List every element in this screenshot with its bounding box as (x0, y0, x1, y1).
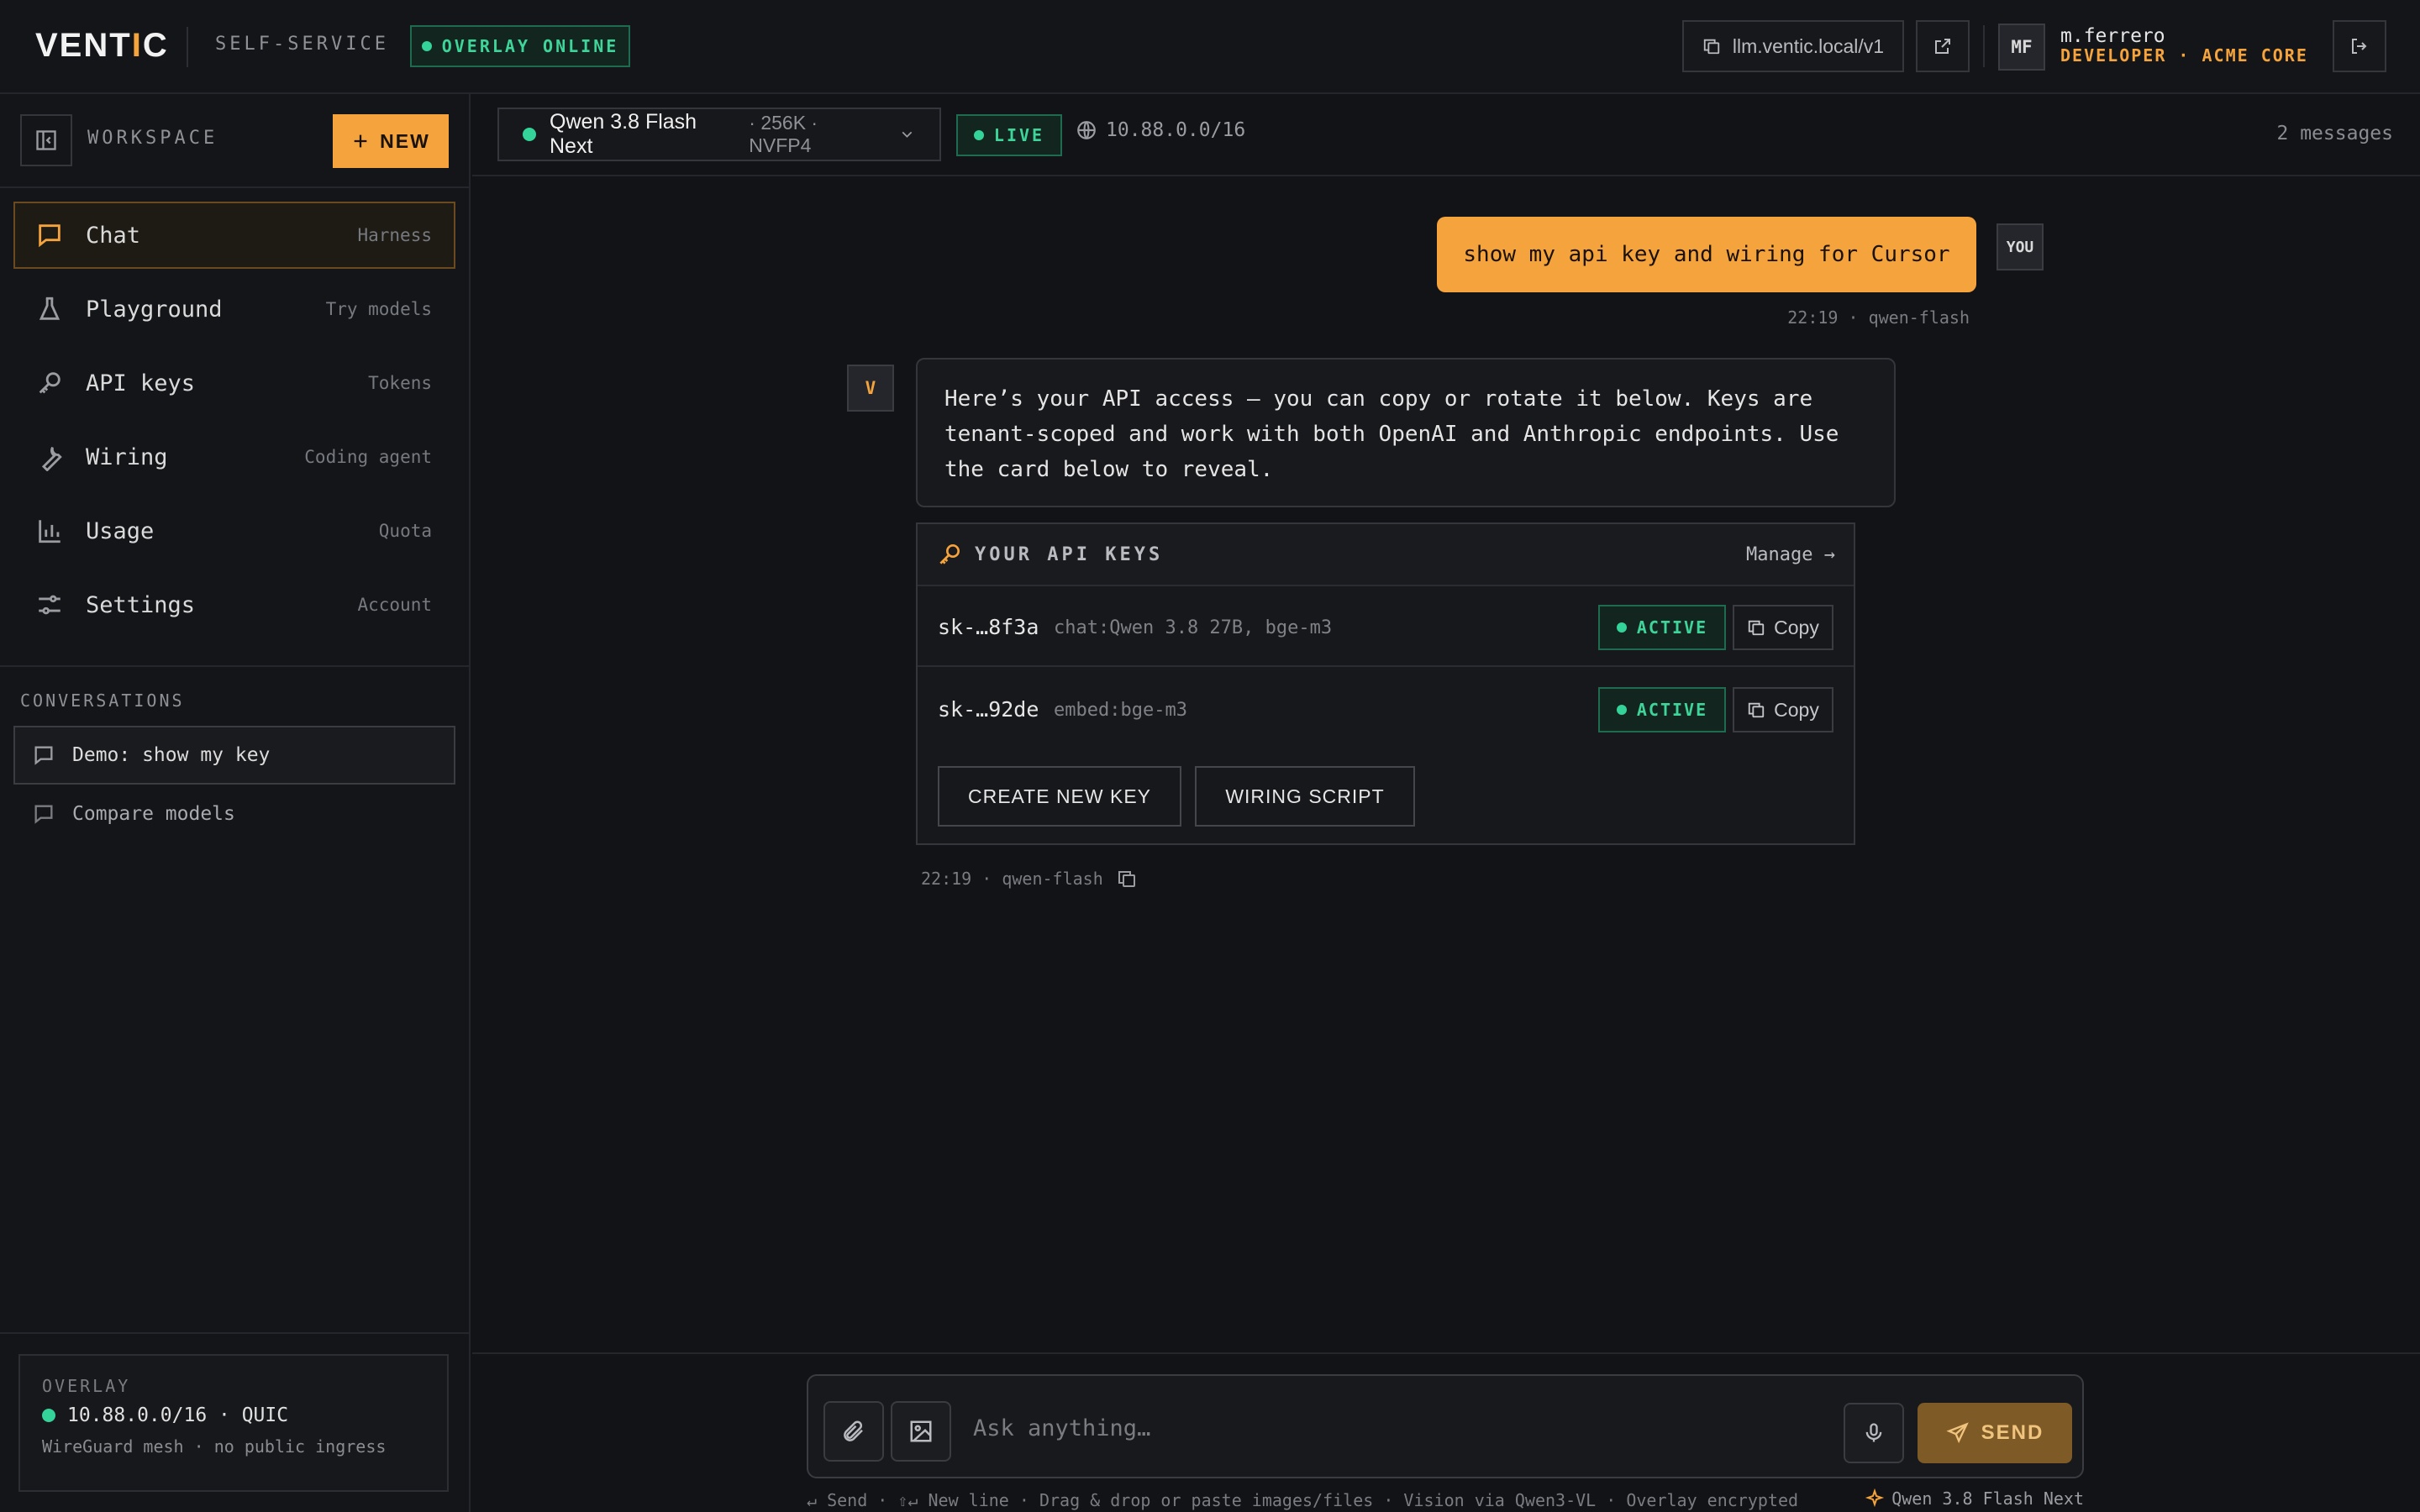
open-external-button[interactable] (1916, 20, 1970, 72)
api-key-scope: embed:bge-m3 (1054, 700, 1187, 721)
sparkle-icon (1865, 1488, 1885, 1508)
voice-input-button[interactable] (1844, 1403, 1904, 1463)
external-link-icon (1935, 39, 1950, 54)
assistant-message: Here’s your API access — you can copy or… (916, 358, 1896, 507)
sidebar: WORKSPACE NEW Chat Harness Playground Tr… (0, 94, 471, 1512)
api-key-scope: chat:Qwen 3.8 27B, bge-m3 (1054, 617, 1333, 638)
send-icon (1946, 1422, 1969, 1444)
key-icon (39, 372, 60, 394)
copy-key-button[interactable]: Copy (1733, 605, 1833, 650)
new-chat-button[interactable]: NEW (333, 114, 449, 168)
self-service-label: SELF-SERVICE (215, 34, 389, 55)
status-dot-icon (1616, 622, 1627, 633)
logout-button[interactable] (2333, 20, 2386, 72)
top-bar: VENTIC SELF-SERVICE OVERLAY ONLINE llm.v… (0, 0, 2420, 94)
divider (1983, 25, 1985, 67)
api-keys-title: YOUR API KEYS (975, 544, 1164, 565)
composer-hint: ↵ Send · ⇧↵ New line · Drag & drop or pa… (807, 1490, 1799, 1510)
message-count: 2 messages (2276, 123, 2393, 144)
manage-keys-link[interactable]: Manage → (1746, 544, 1835, 565)
wiring-script-button[interactable]: WIRING SCRIPT (1195, 766, 1415, 827)
overlay-status-badge: OVERLAY ONLINE (410, 25, 630, 67)
user-badge: YOU (1996, 223, 2044, 270)
sidebar-item-wiring[interactable]: Wiring Coding agent (13, 423, 455, 491)
divider (0, 186, 469, 188)
message-input[interactable] (973, 1404, 1813, 1452)
assistant-message-meta: 22:19 · qwen-flash (921, 869, 1137, 889)
overlay-network: 10.88.0.0/16 · QUIC (42, 1404, 425, 1426)
sidebar-item-chat[interactable]: Chat Harness (13, 202, 455, 269)
user-avatar[interactable]: MF (1998, 24, 2045, 71)
composer: SEND (807, 1374, 2084, 1478)
model-bar: Qwen 3.8 Flash Next · 256K · NVFP4 LIVE … (472, 94, 2420, 176)
sidebar-item-api-keys[interactable]: API keys Tokens (13, 349, 455, 417)
assistant-badge: V (847, 365, 894, 412)
chat-bubble-icon (34, 746, 53, 765)
user-message: show my api key and wiring for Cursor (1437, 217, 1976, 292)
flask-icon (39, 297, 60, 320)
copy-key-button[interactable]: Copy (1733, 687, 1833, 732)
sidebar-item-usage[interactable]: Usage Quota (13, 497, 455, 564)
key-status-badge: ACTIVE (1598, 605, 1726, 650)
api-key-id: sk-…92de (938, 697, 1039, 722)
copy-endpoint-button[interactable]: llm.ventic.local/v1 (1682, 20, 1904, 72)
paperclip-icon (844, 1420, 863, 1441)
divider (0, 1332, 469, 1334)
conversation-item[interactable]: Compare models (13, 785, 455, 843)
status-dot-icon (421, 41, 432, 51)
chat-bubble-icon (34, 805, 53, 824)
divider (472, 1352, 2420, 1354)
plus-icon (354, 134, 367, 148)
ventic-logo[interactable]: VENTIC (35, 27, 169, 66)
attach-image-button[interactable] (891, 1401, 951, 1462)
status-dot-icon (523, 128, 536, 141)
bar-chart-icon (39, 520, 60, 543)
api-keys-card: YOUR API KEYS Manage → sk-…8f3a chat:Qwe… (916, 522, 1855, 845)
create-new-key-button[interactable]: CREATE NEW KEY (938, 766, 1181, 827)
copy-icon (1748, 702, 1765, 718)
attach-file-button[interactable] (823, 1401, 884, 1462)
image-icon (910, 1420, 932, 1442)
wrench-icon (41, 446, 62, 471)
subnet-label: 10.88.0.0/16 (1076, 119, 1245, 141)
microphone-icon (1865, 1423, 1882, 1442)
conversations-heading: CONVERSATIONS (20, 690, 185, 711)
logout-icon (2352, 39, 2367, 54)
copy-icon (1748, 620, 1765, 636)
sidebar-item-settings[interactable]: Settings Account (13, 571, 455, 638)
overlay-info-card: OVERLAY 10.88.0.0/16 · QUIC WireGuard me… (18, 1354, 449, 1492)
user-name: m.ferrero (2060, 25, 2165, 47)
user-message-meta: 22:19 · qwen-flash (1787, 307, 1970, 328)
sliders-icon (39, 595, 60, 615)
composer-model-indicator: Qwen 3.8 Flash Next (1865, 1488, 2084, 1509)
chevron-down-icon (902, 131, 913, 138)
status-dot-icon (973, 130, 984, 140)
status-dot-icon (1616, 705, 1627, 715)
send-button[interactable]: SEND (1918, 1403, 2072, 1463)
sidebar-item-playground[interactable]: Playground Try models (13, 276, 455, 343)
workspace-label: WORKSPACE (87, 128, 218, 149)
globe-icon (1077, 121, 1096, 139)
sidebar-collapse-icon (36, 130, 56, 150)
conversation-item[interactable]: Demo: show my key (13, 726, 455, 785)
collapse-sidebar-button[interactable] (20, 114, 72, 166)
copy-icon[interactable] (1117, 869, 1137, 889)
key-status-badge: ACTIVE (1598, 687, 1726, 732)
api-key-row: sk-…92de embed:bge-m3 ACTIVE Copy (918, 669, 1854, 749)
model-selector[interactable]: Qwen 3.8 Flash Next · 256K · NVFP4 (497, 108, 941, 161)
overlay-description: WireGuard mesh · no public ingress (42, 1436, 387, 1457)
api-key-row: sk-…8f3a chat:Qwen 3.8 27B, bge-m3 ACTIV… (918, 586, 1854, 667)
copy-icon (1703, 39, 1720, 55)
divider (0, 665, 469, 667)
divider (187, 27, 188, 67)
chat-bubble-icon (39, 224, 60, 248)
status-dot-icon (42, 1409, 55, 1422)
key-icon (939, 544, 960, 564)
overlay-title: OVERLAY (42, 1376, 131, 1396)
api-keys-card-header: YOUR API KEYS Manage → (918, 524, 1854, 586)
live-badge: LIVE (956, 114, 1062, 156)
api-key-id: sk-…8f3a (938, 615, 1039, 639)
user-role: DEVELOPER · ACME CORE (2060, 45, 2308, 66)
